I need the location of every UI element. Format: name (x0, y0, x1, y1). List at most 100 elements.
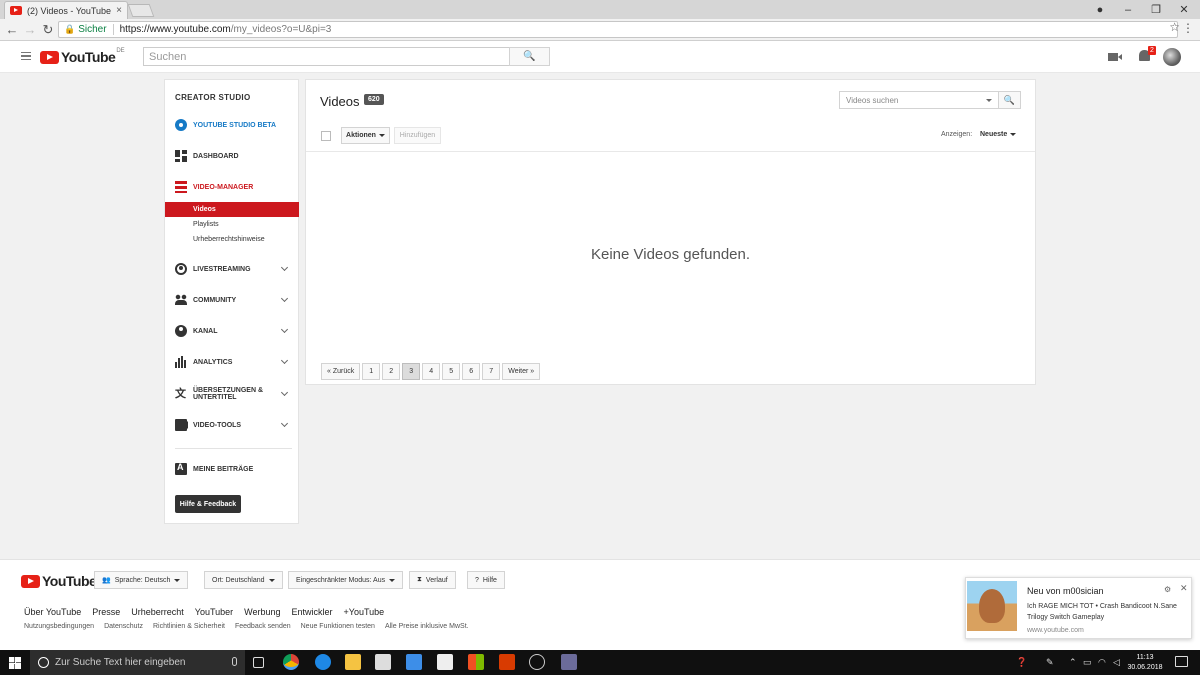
avatar[interactable] (1163, 48, 1181, 66)
pagination-page[interactable]: 4 (422, 363, 441, 380)
pagination-page[interactable]: 1 (362, 363, 381, 380)
pen-tray-icon[interactable]: ✎ (1046, 650, 1054, 675)
wifi-icon[interactable]: ◠ (1098, 650, 1106, 675)
notification-thumbnail (967, 581, 1017, 631)
footer-link[interactable]: Presse (92, 607, 120, 617)
pagination-next[interactable]: Weiter » (502, 363, 541, 380)
tab-title: (2) Videos - YouTube (27, 5, 112, 16)
sort-select[interactable]: Neueste (980, 131, 1017, 138)
taskbar-search-input[interactable]: Zur Suche Text hier eingeben (30, 650, 245, 675)
footer-link[interactable]: Nutzungsbedingungen (24, 623, 94, 630)
url-field[interactable]: 🔒 Sicher https://www.youtube.com /my_vid… (58, 21, 1178, 38)
window-close-icon[interactable]: ✕ (1170, 0, 1198, 19)
pagination-prev[interactable]: « Zurück (321, 363, 361, 380)
sidebar-item-kanal[interactable]: KANAL (165, 321, 298, 341)
footer-link[interactable]: YouTuber (195, 607, 233, 617)
footer-youtube-logo[interactable]: YouTube (21, 573, 97, 589)
sidebar-item-video-manager[interactable]: VIDEO-MANAGER (165, 177, 298, 197)
history-button[interactable]: ⧗ Verlauf (409, 571, 456, 589)
volume-icon[interactable]: ◁ (1113, 650, 1120, 675)
back-icon[interactable]: ← (4, 22, 20, 37)
search-button[interactable]: 🔍 (509, 47, 550, 66)
browser-menu-icon[interactable]: ⋮ (1182, 21, 1194, 35)
footer-link[interactable]: Urheberrecht (131, 607, 184, 617)
sidebar-item-video-tools[interactable]: VIDEO-TOOLS (165, 415, 298, 435)
sidebar-subitem-videos[interactable]: Videos (165, 202, 299, 217)
footer-link[interactable]: Richtlinien & Sicherheit (153, 623, 225, 630)
gear-icon[interactable]: ⚙ (1164, 585, 1171, 594)
hamburger-menu-icon[interactable] (21, 52, 31, 60)
browser-tab[interactable]: (2) Videos - YouTube × (4, 1, 128, 19)
app-icon[interactable] (437, 654, 453, 670)
footer-link[interactable]: Entwickler (292, 607, 333, 617)
dropdown-arrow-icon[interactable] (986, 99, 992, 102)
actions-dropdown-button[interactable]: Aktionen (341, 127, 390, 144)
sidebar-subitem-copyright[interactable]: Urheberrechtshinweise (165, 232, 299, 247)
chrome-icon[interactable] (283, 654, 299, 670)
app-icon[interactable] (468, 654, 484, 670)
restricted-mode-button[interactable]: Eingeschränkter Modus: Aus (288, 571, 404, 589)
action-center-icon[interactable] (1175, 656, 1188, 667)
footer-link[interactable]: Über YouTube (24, 607, 81, 617)
footer-link[interactable]: +YouTube (344, 607, 385, 617)
footer-link[interactable]: Werbung (244, 607, 280, 617)
system-clock[interactable]: 11:13 30.06.2018 (1127, 653, 1163, 673)
sidebar-item-translations[interactable]: 文 ÜBERSETZUNGEN & UNTERTITEL (165, 384, 298, 404)
language-button[interactable]: 👥 Sprache: Deutsch (94, 571, 189, 589)
pagination-page[interactable]: 6 (462, 363, 481, 380)
store-icon[interactable] (375, 654, 391, 670)
footer-text: Alle Preise inklusive MwSt. (384, 623, 469, 630)
edge-icon[interactable] (315, 654, 331, 670)
select-all-checkbox[interactable] (321, 131, 331, 141)
tray-expand-icon[interactable]: ⌃ (1069, 650, 1077, 675)
battery-icon[interactable]: ▭ (1083, 650, 1092, 675)
reload-icon[interactable]: ↻ (40, 22, 56, 38)
search-input[interactable]: Suchen (143, 47, 510, 66)
help-feedback-button[interactable]: Hilfe & Feedback (175, 495, 241, 513)
sidebar-item-livestreaming[interactable]: LIVESTREAMING (165, 259, 298, 279)
pagination-page-current[interactable]: 3 (402, 363, 421, 380)
app-icon[interactable] (529, 654, 545, 670)
location-button[interactable]: Ort: Deutschland (204, 571, 283, 589)
sidebar-subitem-playlists[interactable]: Playlists (165, 217, 299, 232)
notification-toast[interactable]: Neu von m00sician Ich RAGE MICH TOT • Cr… (965, 577, 1192, 639)
bookmark-star-icon[interactable]: ☆ (1169, 20, 1180, 34)
restore-icon[interactable]: ❐ (1142, 0, 1170, 19)
video-search-placeholder: Videos suchen (846, 96, 899, 105)
search-icon: 🔍 (523, 51, 536, 62)
pagination-page[interactable]: 2 (382, 363, 401, 380)
video-search-input[interactable]: Videos suchen (839, 91, 999, 109)
help-tray-icon[interactable]: ❓ (1016, 650, 1027, 675)
task-view-icon[interactable] (253, 657, 264, 668)
video-list-panel: Videos 620 Videos suchen 🔍 Aktionen Hinz… (305, 79, 1036, 385)
pagination-page[interactable]: 5 (442, 363, 461, 380)
tab-close-icon[interactable]: × (116, 5, 122, 16)
profile-icon[interactable]: ● (1086, 0, 1114, 19)
footer-link[interactable]: Neue Funktionen testen (301, 623, 375, 630)
close-icon[interactable]: ✕ (1180, 583, 1188, 594)
sidebar-item-label: DASHBOARD (193, 152, 239, 160)
dropbox-icon[interactable] (406, 654, 422, 670)
minimize-icon[interactable]: – (1114, 0, 1142, 19)
app-icon[interactable] (561, 654, 577, 670)
pagination-page[interactable]: 7 (482, 363, 501, 380)
forward-icon[interactable]: → (22, 22, 38, 37)
footer-link[interactable]: Datenschutz (104, 623, 143, 630)
file-explorer-icon[interactable] (345, 654, 361, 670)
footer-link[interactable]: Feedback senden (235, 623, 291, 630)
office-icon[interactable] (499, 654, 515, 670)
sidebar-item-community[interactable]: COMMUNITY (165, 290, 298, 310)
youtube-logo[interactable]: YouTube DE (40, 48, 125, 65)
sidebar-item-studio-beta[interactable]: YOUTUBE STUDIO BETA (165, 115, 298, 135)
sidebar-item-dashboard[interactable]: DASHBOARD (165, 146, 298, 166)
sidebar-item-analytics[interactable]: ANALYTICS (165, 352, 298, 372)
windows-start-icon[interactable] (9, 657, 21, 669)
upload-video-icon[interactable] (1108, 53, 1122, 61)
sidebar-item-label: ÜBERSETZUNGEN & UNTERTITEL (193, 387, 264, 401)
sidebar-item-contributions[interactable]: MEINE BEITRÄGE (165, 459, 298, 479)
video-search-button[interactable]: 🔍 (999, 91, 1021, 109)
add-to-button[interactable]: Hinzufügen (394, 127, 441, 144)
help-button[interactable]: ? Hilfe (467, 571, 505, 589)
new-tab-button[interactable] (127, 4, 155, 17)
microphone-icon[interactable] (232, 657, 237, 666)
